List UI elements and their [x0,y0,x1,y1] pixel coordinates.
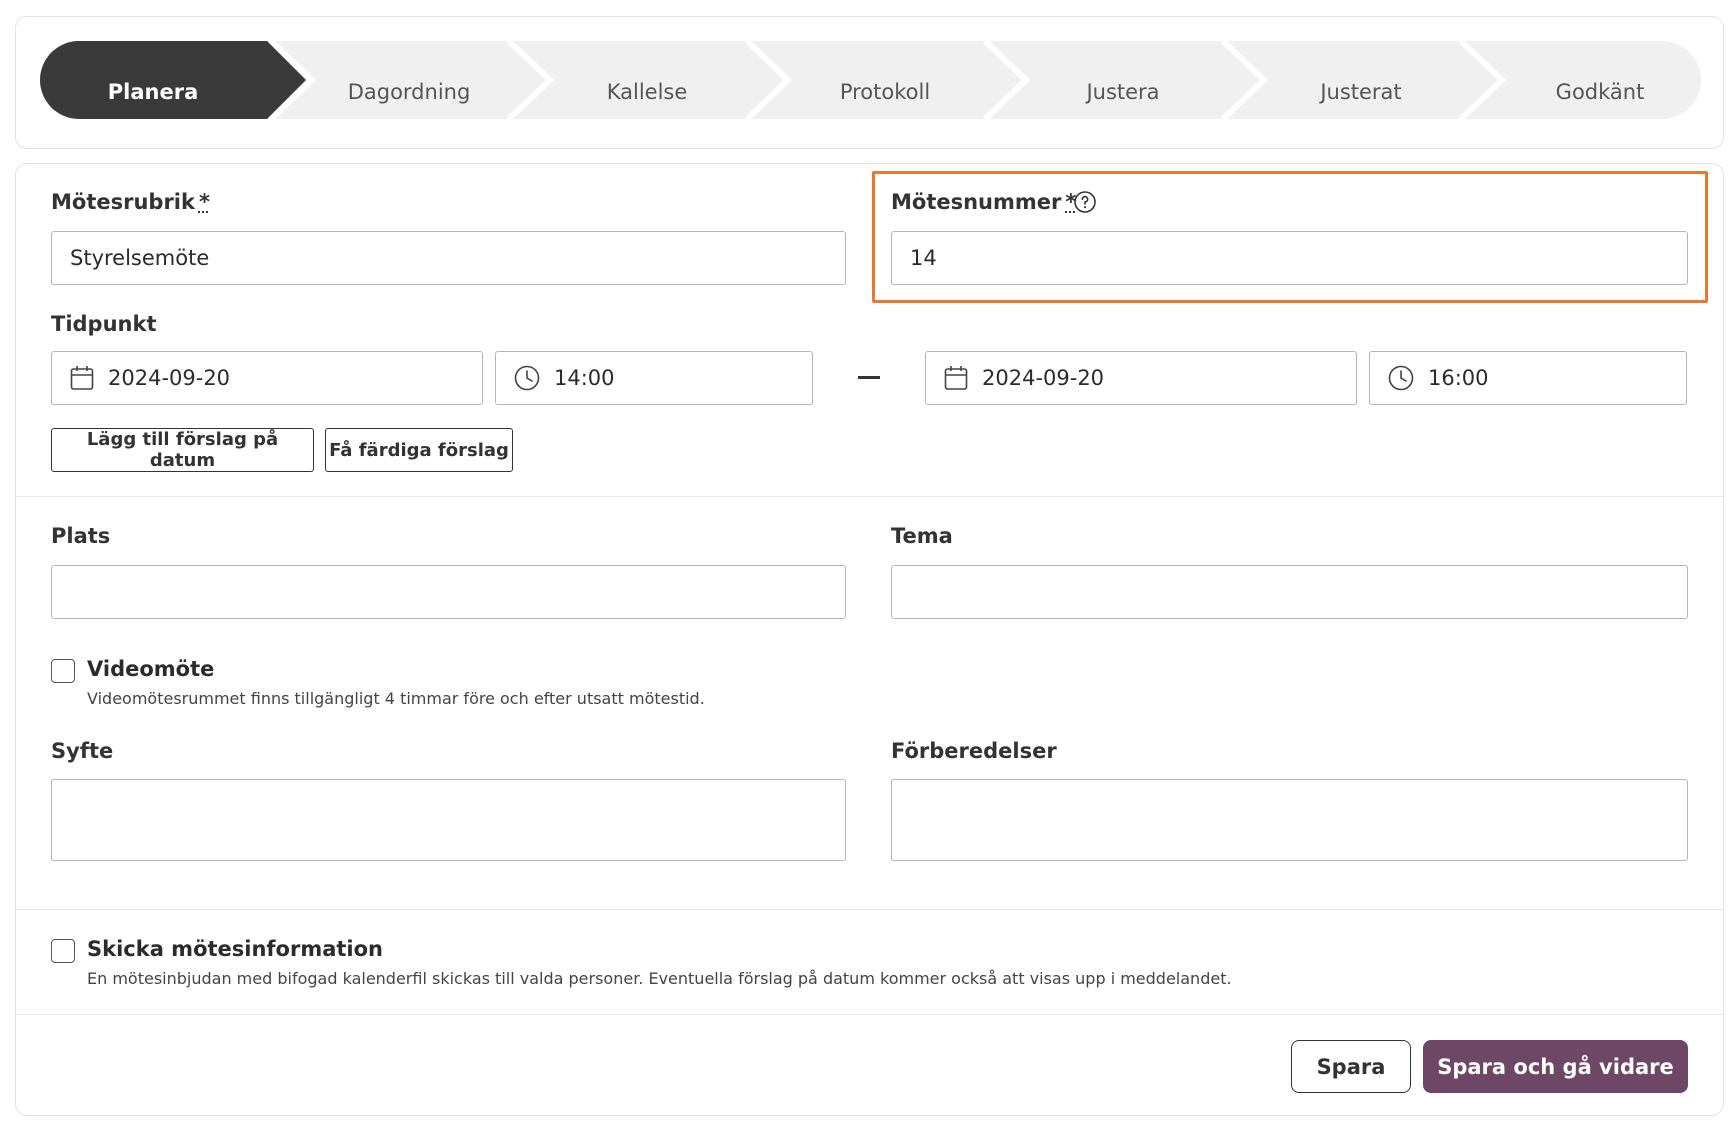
preparations-label: Förberedelser [891,739,1057,763]
help-icon[interactable] [1073,190,1097,218]
required-marker: * [198,190,210,214]
meeting-title-input[interactable]: Styrelsemöte [51,231,846,285]
video-meeting-label[interactable]: Videomöte [87,657,214,681]
clock-icon [514,365,540,391]
send-info-label[interactable]: Skicka mötesinformation [87,937,383,961]
progress-stepper: Planera Dagordning Kallelse Protokoll Ju… [15,16,1724,149]
preparations-textarea[interactable] [891,779,1688,861]
calendar-icon [70,365,94,391]
meeting-title-value: Styrelsemöte [70,246,210,270]
step-kallelse[interactable]: Kallelse [607,80,688,104]
end-time-value: 16:00 [1428,366,1489,390]
step-dagordning[interactable]: Dagordning [348,80,471,104]
calendar-icon [944,365,968,391]
meeting-title-label: Mötesrubrik * [51,190,210,214]
section-divider [16,1014,1723,1015]
step-justera[interactable]: Justera [1086,80,1159,104]
send-info-hint: En mötesinbjudan med bifogad kalenderfil… [87,969,1232,988]
step-justerat[interactable]: Justerat [1320,80,1401,104]
time-range-dash [858,376,880,379]
start-date-value: 2024-09-20 [108,366,231,390]
get-suggestions-button[interactable]: Få färdiga förslag [325,428,513,472]
meeting-number-value: 14 [910,246,937,270]
add-date-suggestion-button[interactable]: Lägg till förslag på datum [51,428,314,472]
meeting-number-label-text: Mötesnummer [891,190,1062,214]
purpose-label: Syfte [51,739,114,763]
start-time-value: 14:00 [554,366,615,390]
end-time-input[interactable]: 16:00 [1369,351,1687,405]
step-planera[interactable]: Planera [108,80,198,104]
video-meeting-hint: Videomötesrummet finns tillgängligt 4 ti… [87,689,705,708]
save-button[interactable]: Spara [1291,1040,1411,1093]
meeting-title-label-text: Mötesrubrik [51,190,195,214]
theme-input[interactable] [891,565,1688,619]
step-godkant[interactable]: Godkänt [1556,80,1645,104]
place-input[interactable] [51,565,846,619]
end-date-input[interactable]: 2024-09-20 [925,351,1357,405]
send-info-checkbox[interactable] [51,939,75,963]
section-divider [16,909,1723,910]
purpose-textarea[interactable] [51,779,846,861]
video-meeting-checkbox[interactable] [51,659,75,683]
theme-label: Tema [891,524,953,548]
place-label: Plats [51,524,111,548]
step-protokoll[interactable]: Protokoll [840,80,930,104]
start-time-input[interactable]: 14:00 [495,351,813,405]
section-divider [16,496,1723,497]
meeting-number-label: Mötesnummer * [891,190,1076,214]
clock-icon [1388,365,1414,391]
start-date-input[interactable]: 2024-09-20 [51,351,483,405]
save-and-continue-button[interactable]: Spara och gå vidare [1423,1040,1688,1093]
time-label: Tidpunkt [51,312,157,336]
end-date-value: 2024-09-20 [982,366,1105,390]
meeting-number-input[interactable]: 14 [891,231,1688,285]
